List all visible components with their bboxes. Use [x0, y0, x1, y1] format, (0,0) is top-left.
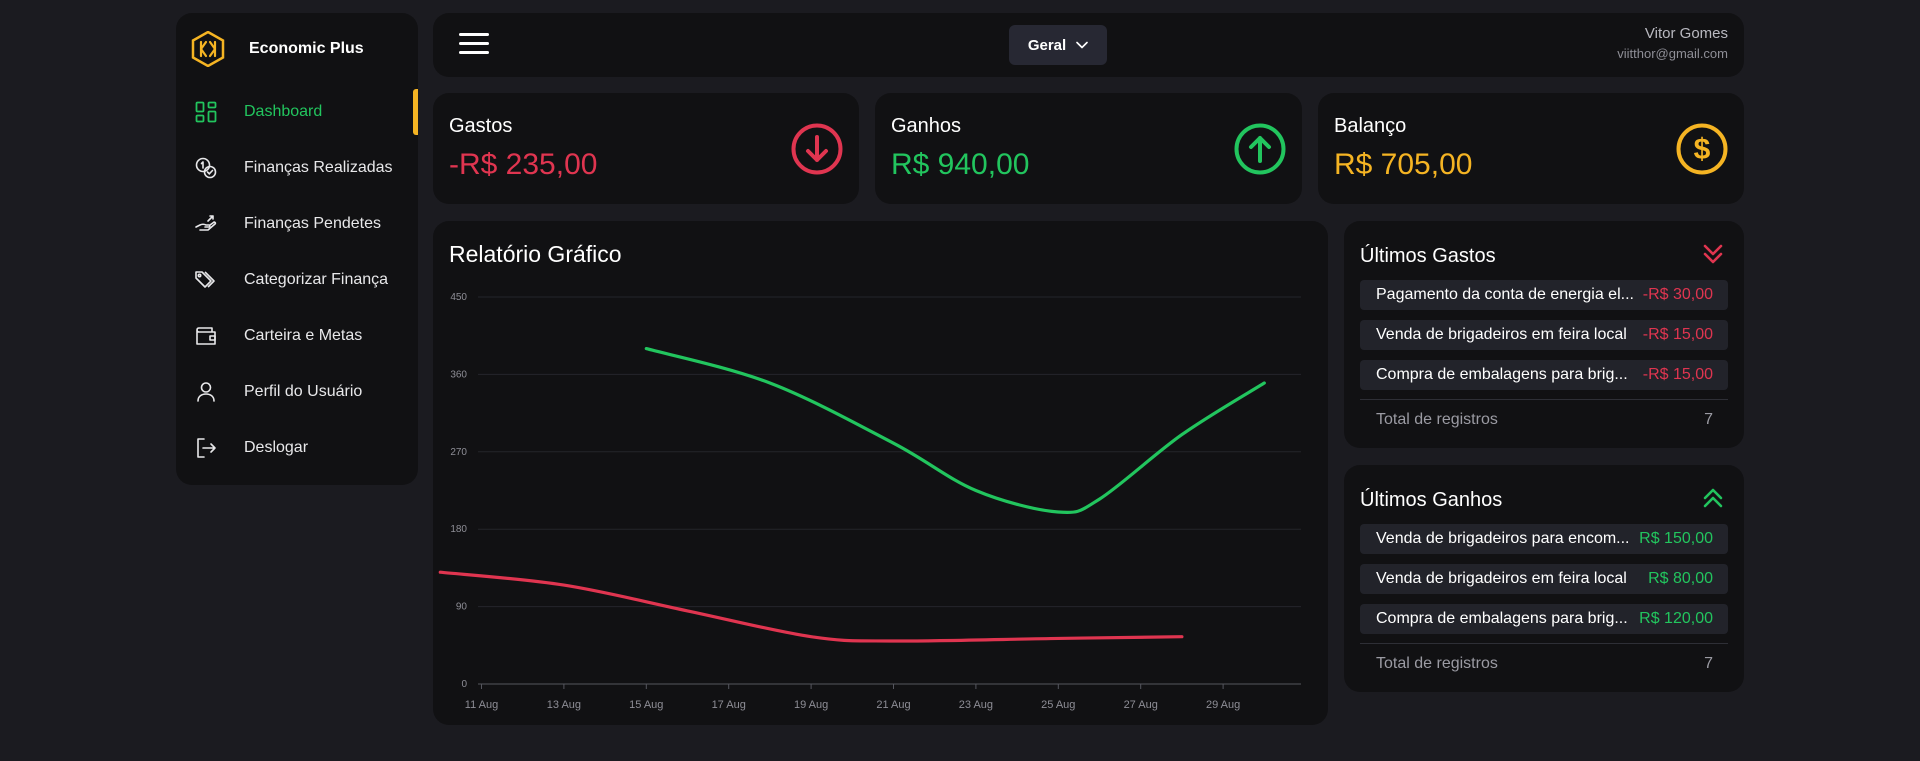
- user-email: viitthor@gmail.com: [1617, 46, 1728, 61]
- sidebar-item-label: Perfil do Usuário: [244, 383, 363, 400]
- user-name: Vitor Gomes: [1644, 25, 1728, 42]
- list-item-amount: -R$ 15,00: [1642, 366, 1713, 383]
- list-item[interactable]: Compra de embalagens para brig... -R$ 15…: [1360, 360, 1728, 390]
- sidebar-item-label: Deslogar: [244, 439, 309, 456]
- x-tick-label: 23 Aug: [959, 699, 993, 711]
- gastos-card: Gastos -R$ 235,00: [433, 93, 859, 204]
- x-tick-label: 17 Aug: [712, 699, 746, 711]
- x-tick-label: 29 Aug: [1206, 699, 1240, 711]
- filter-select-value: Geral: [1027, 36, 1067, 54]
- balanco-title: Balanço: [1334, 115, 1407, 137]
- sidebar-item-label: Categorizar Finança: [244, 271, 389, 288]
- sidebar-item-label: Finanças Realizadas: [244, 159, 393, 176]
- list-item-description: Venda de brigadeiros em feira local: [1376, 570, 1627, 587]
- user-icon: [194, 380, 218, 404]
- sidebar-item-perfil-do-usuario[interactable]: Perfil do Usuário: [176, 370, 418, 414]
- x-tick-label: 27 Aug: [1124, 699, 1158, 711]
- list-item-amount: -R$ 30,00: [1642, 286, 1713, 303]
- y-tick-label: 0: [461, 679, 467, 690]
- list-item[interactable]: Compra de embalagens para brig... R$ 120…: [1360, 604, 1728, 634]
- x-tick-label: 13 Aug: [547, 699, 581, 711]
- list-item-description: Venda de brigadeiros em feira local: [1376, 326, 1627, 343]
- hand-money-icon: [194, 212, 218, 236]
- double-chevron-down-icon: [1703, 244, 1723, 264]
- sidebar-item-label: Dashboard: [244, 103, 323, 120]
- total-records: Total de registros 7: [1360, 643, 1728, 683]
- brand[interactable]: Economic Plus: [190, 31, 364, 67]
- svg-text:$: $: [1694, 133, 1711, 166]
- chevron-down-icon: [1076, 41, 1088, 49]
- filter-select[interactable]: Geral: [1009, 25, 1107, 65]
- app-name: Economic Plus: [249, 40, 364, 57]
- sidebar-item-categorizar-financa[interactable]: Categorizar Finança: [176, 258, 418, 302]
- ultimos-ganhos-panel: Últimos Ganhos Venda de brigadeiros para…: [1344, 465, 1744, 692]
- balanco-value: R$ 705,00: [1334, 148, 1473, 181]
- chart-panel: 0 90 180 270 360 450 11 Aug 13 Aug 15 Aug 17 Aug 1…: [433, 221, 1328, 725]
- list-item-amount: R$ 120,00: [1639, 610, 1713, 627]
- arrow-down-circle-icon: [791, 123, 843, 175]
- user-info[interactable]: Vitor Gomes viitthor@gmail.com: [1617, 25, 1728, 61]
- y-tick-label: 90: [456, 602, 468, 613]
- total-records-label: Total de registros: [1376, 654, 1498, 672]
- sidebar-item-carteira-e-metas[interactable]: Carteira e Metas: [176, 314, 418, 358]
- ganhos-card: Ganhos R$ 940,00: [875, 93, 1302, 204]
- list-item-description: Compra de embalagens para brig...: [1376, 610, 1628, 627]
- ultimos-gastos-panel: Últimos Gastos Pagamento da conta de ene…: [1344, 221, 1744, 448]
- coins-icon: [194, 156, 218, 180]
- tags-icon: [194, 268, 218, 292]
- ultimos-gastos-title: Últimos Gastos: [1360, 245, 1496, 267]
- x-tick-label: 19 Aug: [794, 699, 828, 711]
- gastos-value: -R$ 235,00: [449, 148, 598, 181]
- x-tick-label: 21 Aug: [876, 699, 910, 711]
- list-item-description: Venda de brigadeiros para encom...: [1376, 530, 1630, 547]
- x-tick-label: 15 Aug: [629, 699, 663, 711]
- y-tick-label: 450: [450, 292, 467, 303]
- list-item[interactable]: Venda de brigadeiros para encom... R$ 15…: [1360, 524, 1728, 554]
- list-item-amount: -R$ 15,00: [1642, 326, 1713, 343]
- x-tick-label: 25 Aug: [1041, 699, 1075, 711]
- ultimos-ganhos-title: Últimos Ganhos: [1360, 489, 1503, 511]
- line-chart: 0 90 180 270 360 450 11 Aug 13 Aug 15 Aug 17 Aug 1…: [438, 292, 1301, 711]
- total-records-count: 7: [1704, 410, 1713, 428]
- sidebar-item-financas-pendetes[interactable]: Finanças Pendetes: [176, 202, 418, 246]
- gastos-title: Gastos: [449, 115, 513, 137]
- total-records-label: Total de registros: [1376, 410, 1498, 428]
- list-item-amount: R$ 80,00: [1648, 570, 1713, 587]
- y-tick-label: 270: [450, 447, 467, 458]
- list-item[interactable]: Pagamento da conta de energia el... -R$ …: [1360, 280, 1728, 310]
- list-item[interactable]: Venda de brigadeiros em feira local -R$ …: [1360, 320, 1728, 350]
- series-line-ganhos: [644, 347, 1266, 515]
- list-item-description: Pagamento da conta de energia el...: [1376, 286, 1634, 303]
- list-item-description: Compra de embalagens para brig...: [1376, 366, 1628, 383]
- total-records: Total de registros 7: [1360, 399, 1728, 439]
- sidebar: Economic Plus Dashboard Finanças Realiza…: [176, 13, 418, 485]
- sidebar-item-dashboard[interactable]: Dashboard: [176, 90, 418, 134]
- y-tick-label: 360: [450, 369, 467, 380]
- sidebar-item-deslogar[interactable]: Deslogar: [176, 426, 418, 470]
- top-bar: Geral Vitor Gomes viitthor@gmail.com: [433, 13, 1744, 77]
- sidebar-item-financas-realizadas[interactable]: Finanças Realizadas: [176, 146, 418, 190]
- balanco-card: Balanço R$ 705,00 $: [1318, 93, 1744, 204]
- double-chevron-up-icon: [1703, 488, 1723, 508]
- wallet-icon: [194, 324, 218, 348]
- arrow-up-circle-icon: [1234, 123, 1286, 175]
- sidebar-item-label: Carteira e Metas: [244, 327, 363, 344]
- y-tick-label: 180: [450, 524, 467, 535]
- dollar-circle-icon: $: [1676, 123, 1728, 175]
- dashboard-icon: [194, 100, 218, 124]
- hamburger-menu-icon[interactable]: [459, 33, 489, 57]
- chart-title: Relatório Gráfico: [449, 241, 622, 267]
- list-item[interactable]: Venda de brigadeiros em feira local R$ 8…: [1360, 564, 1728, 594]
- x-tick-label: 11 Aug: [465, 699, 498, 711]
- total-records-count: 7: [1704, 654, 1713, 672]
- ganhos-value: R$ 940,00: [891, 148, 1030, 181]
- logout-icon: [194, 436, 218, 460]
- economic-plus-logo-icon: [191, 31, 225, 67]
- ganhos-title: Ganhos: [891, 115, 962, 137]
- sidebar-item-label: Finanças Pendetes: [244, 215, 381, 232]
- list-item-amount: R$ 150,00: [1639, 530, 1713, 547]
